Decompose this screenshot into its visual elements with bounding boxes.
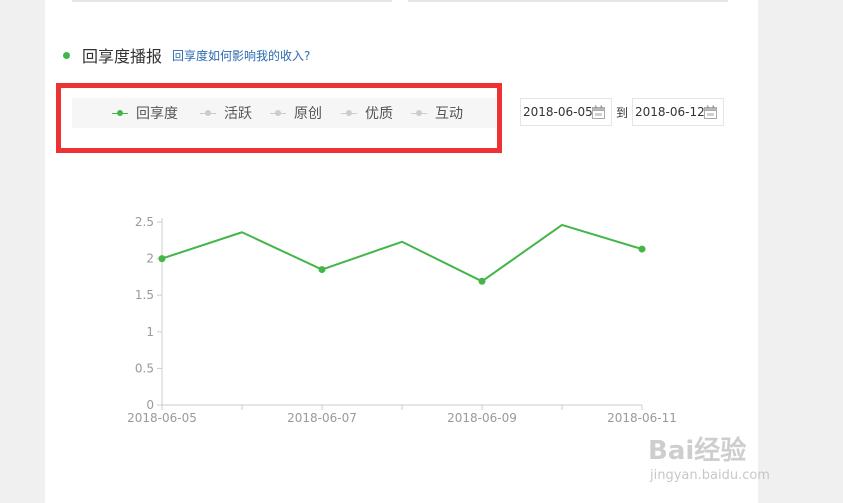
watermark-logo: Bai经验 — [648, 436, 747, 466]
x-tick-label: 2018-06-11 — [607, 411, 677, 425]
line-chart: 0 0.5 1 1.5 2 2.5 2018-06-05 2018-06-07 2018-06-… — [127, 215, 677, 425]
data-point — [478, 277, 486, 285]
y-tick-label: 2.5 — [135, 215, 154, 229]
y-tick-label: 1.5 — [135, 288, 154, 302]
x-tick-label: 2018-06-07 — [287, 411, 357, 425]
watermark-url: jingyan.baidu.com — [650, 468, 770, 483]
series-line — [161, 223, 643, 283]
y-tick-label: 1 — [146, 325, 154, 339]
y-tick-label: 2 — [146, 252, 154, 266]
y-tick-label: 0.5 — [135, 361, 154, 375]
data-point — [638, 245, 646, 253]
x-tick-label: 2018-06-09 — [447, 411, 517, 425]
data-point — [318, 266, 326, 274]
y-tick-label: 0 — [146, 398, 154, 412]
x-tick-label: 2018-06-05 — [127, 411, 197, 425]
baidu-jingyan-watermark: Bai经验 jingyan.baidu.com — [648, 430, 808, 490]
data-point — [158, 255, 166, 263]
